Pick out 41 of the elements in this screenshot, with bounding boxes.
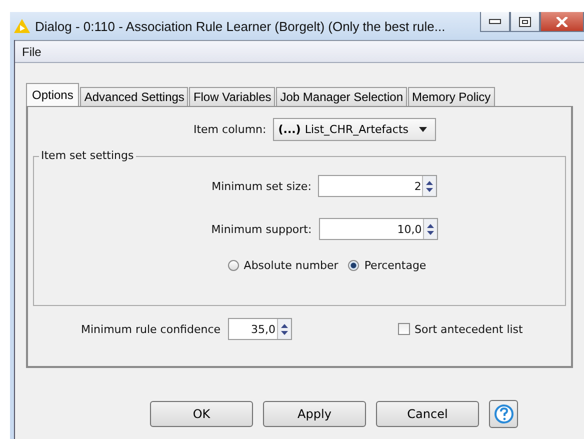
field-label: Item column: [193,123,266,136]
caret-icon [418,127,426,132]
radio-button[interactable] [348,260,360,271]
down-arrow-icon [426,188,434,192]
close-icon [556,16,568,26]
field-label: Minimum set size: [212,180,312,192]
number-spinner[interactable]: 35,0 [228,318,292,340]
minimize-button[interactable] [480,12,510,32]
tab[interactable]: Advanced Settings [80,87,188,106]
down-arrow-icon [426,230,434,234]
dialog-button[interactable]: OK [150,401,253,427]
radio-option[interactable]: Percentage [348,259,426,272]
tab[interactable]: Options [26,83,80,106]
checkbox[interactable] [398,323,410,335]
dialog-button[interactable]: Cancel [376,401,479,427]
menu-item[interactable]: File [22,44,42,58]
group-title: Item set settings [39,149,136,162]
tab[interactable]: Job Manager Selection [276,87,407,106]
maximize-button[interactable] [510,12,540,32]
triangle-icon [14,19,30,33]
number-spinner[interactable]: 10,0 [318,218,438,240]
down-arrow-icon [280,330,288,334]
sort-checkbox-option[interactable]: Sort antecedent list [398,322,523,336]
maximize-icon [519,16,531,26]
field-label: Minimum support: [211,222,312,236]
window-title: Dialog - 0:110 - Association Rule Learner (Borgelt) (Only the best rule... [35,18,446,34]
item-column-dropdown[interactable]: (...) List_CHR_Artefacts [273,118,436,141]
up-arrow-icon [280,324,288,328]
up-arrow-icon [426,180,434,184]
field-label: Minimum rule confidence [81,322,221,336]
tab[interactable]: Memory Policy [408,87,495,106]
help-button[interactable] [489,400,518,428]
number-spinner[interactable]: 2 [318,175,438,197]
radio-option[interactable]: Absolute number [228,259,338,272]
minimize-icon [489,18,501,24]
close-button[interactable] [540,12,584,32]
up-arrow-icon [426,224,434,228]
tab[interactable]: Flow Variables [189,87,276,106]
radio-button[interactable] [228,260,239,271]
dialog-button[interactable]: Apply [263,401,366,427]
help-icon [494,404,514,424]
